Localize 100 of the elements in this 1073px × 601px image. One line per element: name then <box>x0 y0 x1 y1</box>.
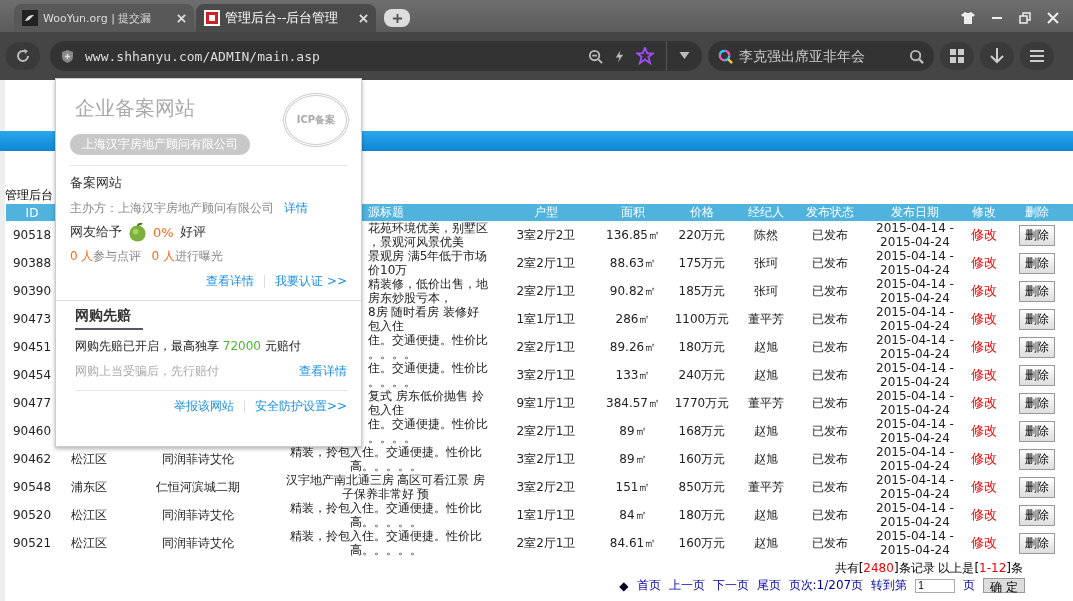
table-cell-text: 已发布 <box>811 478 849 496</box>
table-cell-text: 160万元 <box>677 450 727 468</box>
table-cell-text: 133㎡ <box>614 366 652 384</box>
table-cell-text: 90477 <box>11 395 53 412</box>
column-header: 修改 <box>967 204 1001 221</box>
delete-button[interactable]: 删除 <box>1019 252 1055 274</box>
edit-link[interactable]: 修改 <box>971 422 997 440</box>
delete-button[interactable]: 删除 <box>1019 504 1055 526</box>
edit-link[interactable]: 修改 <box>971 254 997 272</box>
column-header: 面积 <box>597 204 669 221</box>
table-cell-text: 88.63㎡ <box>608 254 658 272</box>
page-link[interactable]: 下一页 <box>712 577 749 594</box>
footer-link[interactable]: 举报该网站 <box>173 398 234 415</box>
shirt-icon[interactable] <box>961 12 975 24</box>
table-cell-text: 90520 <box>11 507 53 524</box>
edit-link[interactable]: 修改 <box>971 226 997 244</box>
table-cell: 2015-04-14 - 2015-04-24 <box>876 417 954 445</box>
new-tab-button[interactable] <box>384 9 410 27</box>
table-cell-text: 同润菲诗艾伦 <box>161 450 235 468</box>
table-cell: 2015-04-14 - 2015-04-24 <box>876 333 954 361</box>
star-icon[interactable] <box>636 47 654 65</box>
column-header: 发布日期 <box>863 204 967 221</box>
footer-link[interactable]: 安全防护设置>> <box>254 398 347 415</box>
close-icon[interactable] <box>359 13 368 23</box>
table-cell-text: 384.57㎡ <box>605 394 661 412</box>
table-cell-text: 已发布 <box>811 226 849 244</box>
delete-button[interactable]: 删除 <box>1019 448 1055 470</box>
delete-button[interactable]: 删除 <box>1019 336 1055 358</box>
reload-icon <box>15 48 31 64</box>
confirm-button[interactable]: 确 定 <box>983 578 1025 593</box>
delete-button[interactable]: 删除 <box>1019 224 1055 246</box>
details-link[interactable]: 查看详情 <box>299 363 347 380</box>
browser-tab[interactable]: WooYun.org | 提交漏 <box>14 4 194 32</box>
table-cell-text: 84㎡ <box>618 506 648 524</box>
delete-button[interactable]: 删除 <box>1019 532 1055 554</box>
table-cell-text: 2室2厅1卫 <box>515 534 577 552</box>
table-cell: 精装，拎包入住。交通便捷。性价比 高。。。。。 <box>289 529 482 557</box>
table-cell-text: 89㎡ <box>618 422 648 440</box>
page-number-field[interactable]: 1 <box>915 578 956 593</box>
table-cell: 花苑环境优美，别墅区 ，景观河风景优美 <box>368 221 488 249</box>
section-title: 备案网站 <box>70 174 123 192</box>
page-link[interactable]: 上一页 <box>668 577 705 594</box>
popup-link[interactable]: 我要认证 >> <box>275 273 347 290</box>
table-cell: 2015-04-14 - 2015-04-24 <box>876 361 954 389</box>
search-engine-icon <box>718 48 733 64</box>
page-link[interactable]: 尾页 <box>756 577 781 594</box>
edit-link[interactable]: 修改 <box>971 338 997 356</box>
edit-link[interactable]: 修改 <box>971 310 997 328</box>
address-bar[interactable]: www.shhanyu.com/ADMIN/main.asp <box>50 41 702 71</box>
menu-icon <box>1030 50 1044 62</box>
zoom-out-icon[interactable] <box>588 48 603 64</box>
delete-button[interactable]: 删除 <box>1019 280 1055 302</box>
page-link[interactable]: 首页 <box>636 577 661 594</box>
delete-button[interactable]: 删除 <box>1019 308 1055 330</box>
plus-icon <box>391 12 403 24</box>
table-cell-text: 同润菲诗艾伦 <box>161 506 235 524</box>
edit-link[interactable]: 修改 <box>971 394 997 412</box>
table-cell-text: 151㎡ <box>614 478 652 496</box>
table-cell: 住。交通便捷。性价比 。。。。 <box>368 417 488 445</box>
delete-button[interactable]: 删除 <box>1019 364 1055 386</box>
url-text[interactable]: www.shhanyu.com/ADMIN/main.asp <box>85 48 576 64</box>
column-header: 价格 <box>669 204 735 221</box>
delete-button[interactable]: 删除 <box>1019 392 1055 414</box>
apps-button[interactable] <box>940 42 974 70</box>
table-cell-text: 84.61㎡ <box>608 534 658 552</box>
shield-icon[interactable] <box>62 49 73 63</box>
reload-button[interactable] <box>6 42 40 70</box>
diamond-icon: ◆ <box>619 578 629 593</box>
caret-icon[interactable] <box>679 52 690 60</box>
goto-suffix: 页 <box>963 577 976 594</box>
close-icon[interactable] <box>177 13 186 23</box>
delete-button[interactable]: 删除 <box>1019 476 1055 498</box>
table-cell-text: 松江区 <box>70 534 108 552</box>
search-input[interactable]: 李克强出席亚非年会 <box>739 48 903 64</box>
table-cell-text: 3室2厅1卫 <box>515 450 577 468</box>
table-cell: 8房 随时看房 装修好 包入住 <box>368 305 480 333</box>
edit-link[interactable]: 修改 <box>971 506 997 524</box>
lightning-icon[interactable] <box>615 49 624 63</box>
menu-button[interactable] <box>1020 42 1054 70</box>
popup-link[interactable]: 查看详情 <box>206 273 255 290</box>
edit-link[interactable]: 修改 <box>971 366 997 384</box>
close-icon[interactable] <box>1047 12 1059 24</box>
table-cell-text: 松江区 <box>70 450 108 468</box>
browser-tab[interactable]: 管理后台--后台管理 <box>196 4 376 32</box>
table-cell: 2015-04-14 - 2015-04-24 <box>876 277 954 305</box>
search-field[interactable]: 李克强出席亚非年会 <box>708 41 934 71</box>
delete-button[interactable]: 删除 <box>1019 420 1055 442</box>
guarantee-text: 网购先赔已开启，最高独享 72000 元赔付 <box>75 338 302 355</box>
table-cell-text: 2室2厅1卫 <box>515 282 577 300</box>
edit-link[interactable]: 修改 <box>971 282 997 300</box>
download-button[interactable] <box>980 42 1014 70</box>
column-header: 经纪人 <box>735 204 797 221</box>
column-header: ID <box>6 204 58 221</box>
restore-icon[interactable] <box>1019 12 1031 24</box>
edit-link[interactable]: 修改 <box>971 534 997 552</box>
record-summary: 共有[2480]条记录 以上是[1-12]条 <box>834 561 1023 575</box>
edit-link[interactable]: 修改 <box>971 478 997 496</box>
search-icon[interactable] <box>909 48 924 64</box>
table-cell-text: 董平芳 <box>747 394 785 412</box>
edit-link[interactable]: 修改 <box>971 450 997 468</box>
